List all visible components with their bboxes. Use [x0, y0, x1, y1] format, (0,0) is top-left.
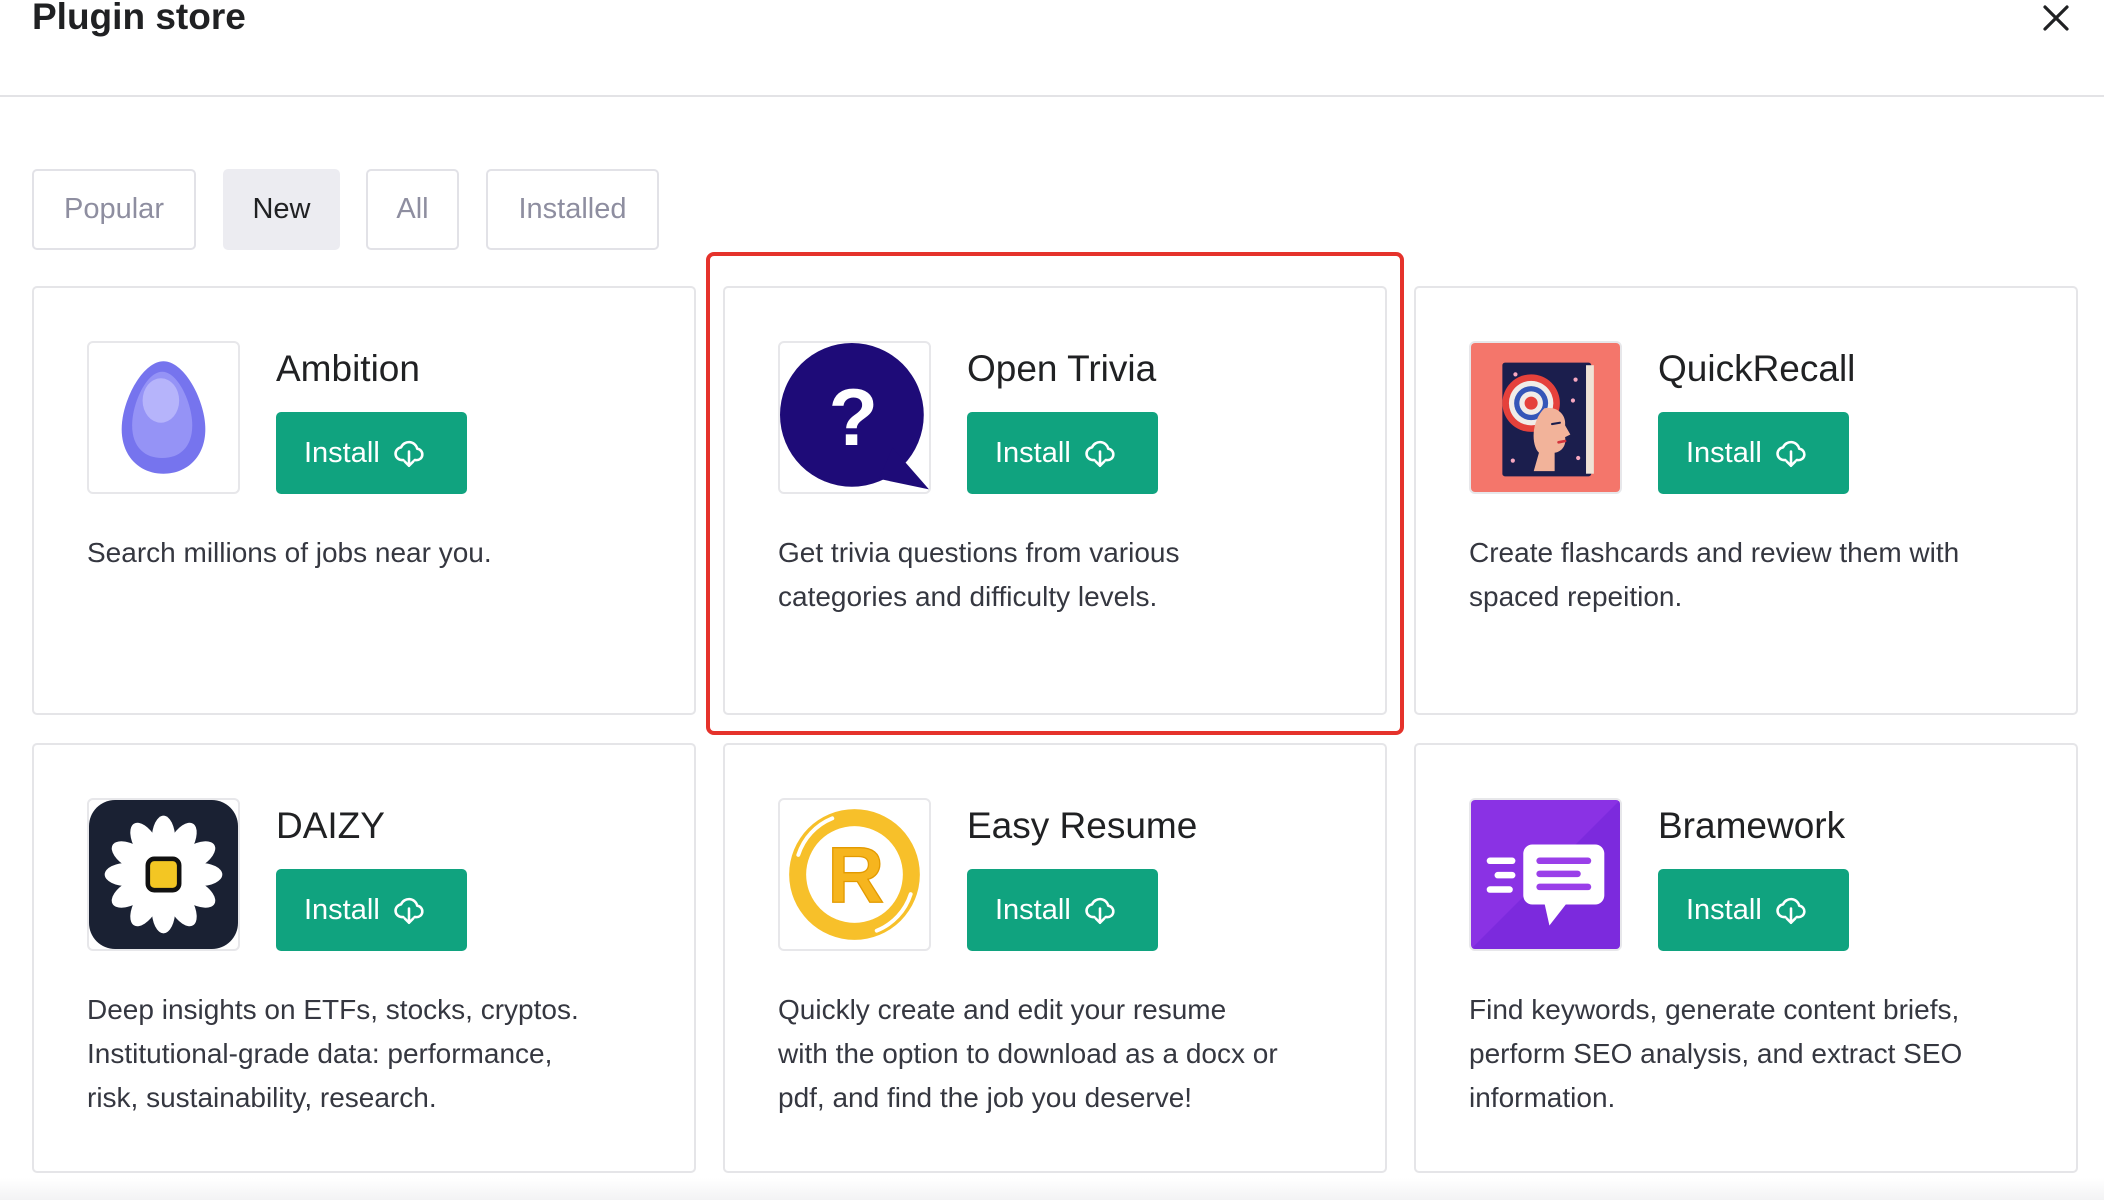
description-line: categories and difficulty levels.	[778, 581, 1158, 612]
plugin-card-quickrecall: QuickRecall Install Create flashcards an…	[1414, 286, 2078, 715]
close-icon[interactable]	[2040, 2, 2072, 34]
plugin-title: Bramework	[1658, 805, 1846, 846]
cloud-download-icon	[1776, 897, 1806, 925]
description-line: with the option to download as a docx or	[778, 1038, 1278, 1069]
install-button[interactable]: Install	[1658, 412, 1849, 494]
install-button[interactable]: Install	[967, 869, 1158, 951]
plugin-title: DAIZY	[276, 805, 385, 846]
install-button[interactable]: Install	[276, 869, 467, 951]
plugin-card-easy-resume: R Easy Resume Install Quickly create and…	[723, 743, 1387, 1173]
description-line: information.	[1469, 1082, 1616, 1113]
description-line: Get trivia questions from various	[778, 537, 1180, 568]
question-bubble-icon: ?	[778, 341, 931, 494]
install-label: Install	[304, 436, 380, 469]
tab-popular[interactable]: Popular	[32, 169, 196, 250]
plugin-card-open-trivia: ? Open Trivia Install Get trivia questio…	[723, 286, 1387, 715]
plugin-title: Open Trivia	[967, 348, 1157, 389]
install-button[interactable]: Install	[967, 412, 1158, 494]
logo-glyph: R	[827, 831, 884, 919]
install-label: Install	[995, 893, 1071, 926]
cloud-download-icon	[394, 440, 424, 468]
tab-new[interactable]: New	[223, 169, 340, 250]
cloud-download-icon	[1085, 897, 1115, 925]
description-line: Search millions of jobs near you.	[87, 537, 492, 568]
logo-glyph: ?	[828, 373, 878, 463]
header-divider	[0, 95, 2104, 97]
tab-all[interactable]: All	[366, 169, 459, 250]
book-portrait-icon	[1469, 341, 1622, 494]
install-label: Install	[995, 436, 1071, 469]
purple-egg-icon	[87, 341, 240, 494]
resume-r-icon: R	[778, 798, 931, 951]
cloud-download-icon	[1776, 440, 1806, 468]
plugin-title: Easy Resume	[967, 805, 1198, 846]
install-button[interactable]: Install	[1658, 869, 1849, 951]
description-line: risk, sustainability, research.	[87, 1082, 437, 1113]
chat-bubble-icon	[1469, 798, 1622, 951]
tab-installed[interactable]: Installed	[486, 169, 659, 250]
plugin-description: Quickly create and edit your resume with…	[778, 988, 1278, 1120]
plugin-description: Search millions of jobs near you.	[87, 531, 492, 575]
description-line: Institutional-grade data: performance,	[87, 1038, 553, 1069]
plugin-title: Ambition	[276, 348, 420, 389]
plugin-title: QuickRecall	[1658, 348, 1856, 389]
plugin-card-ambition: Ambition Install Search millions of jobs…	[32, 286, 696, 715]
plugin-card-bramework: Bramework Install Find keywords, generat…	[1414, 743, 2078, 1173]
description-line: Quickly create and edit your resume	[778, 994, 1227, 1025]
install-label: Install	[1686, 893, 1762, 926]
bottom-fade	[0, 1178, 2104, 1200]
plugin-card-daizy: DAIZY Install Deep insights on ETFs, sto…	[32, 743, 696, 1173]
description-line: Deep insights on ETFs, stocks, cryptos.	[87, 994, 579, 1025]
plugin-description: Create flashcards and review them with s…	[1469, 531, 1959, 619]
description-line: Create flashcards and review them with	[1469, 537, 1960, 568]
cloud-download-icon	[394, 897, 424, 925]
description-line: perform SEO analysis, and extract SEO	[1469, 1038, 1963, 1069]
install-button[interactable]: Install	[276, 412, 467, 494]
plugin-description: Deep insights on ETFs, stocks, cryptos. …	[87, 988, 579, 1120]
page-title: Plugin store	[32, 0, 246, 37]
description-line: Find keywords, generate content briefs,	[1469, 994, 1960, 1025]
description-line: spaced repeition.	[1469, 581, 1683, 612]
description-line: pdf, and find the job you deserve!	[778, 1082, 1193, 1113]
plugin-description: Get trivia questions from various catego…	[778, 531, 1180, 619]
install-label: Install	[304, 893, 380, 926]
install-label: Install	[1686, 436, 1762, 469]
plugin-description: Find keywords, generate content briefs, …	[1469, 988, 1962, 1120]
daisy-flower-icon	[87, 798, 240, 951]
cloud-download-icon	[1085, 440, 1115, 468]
